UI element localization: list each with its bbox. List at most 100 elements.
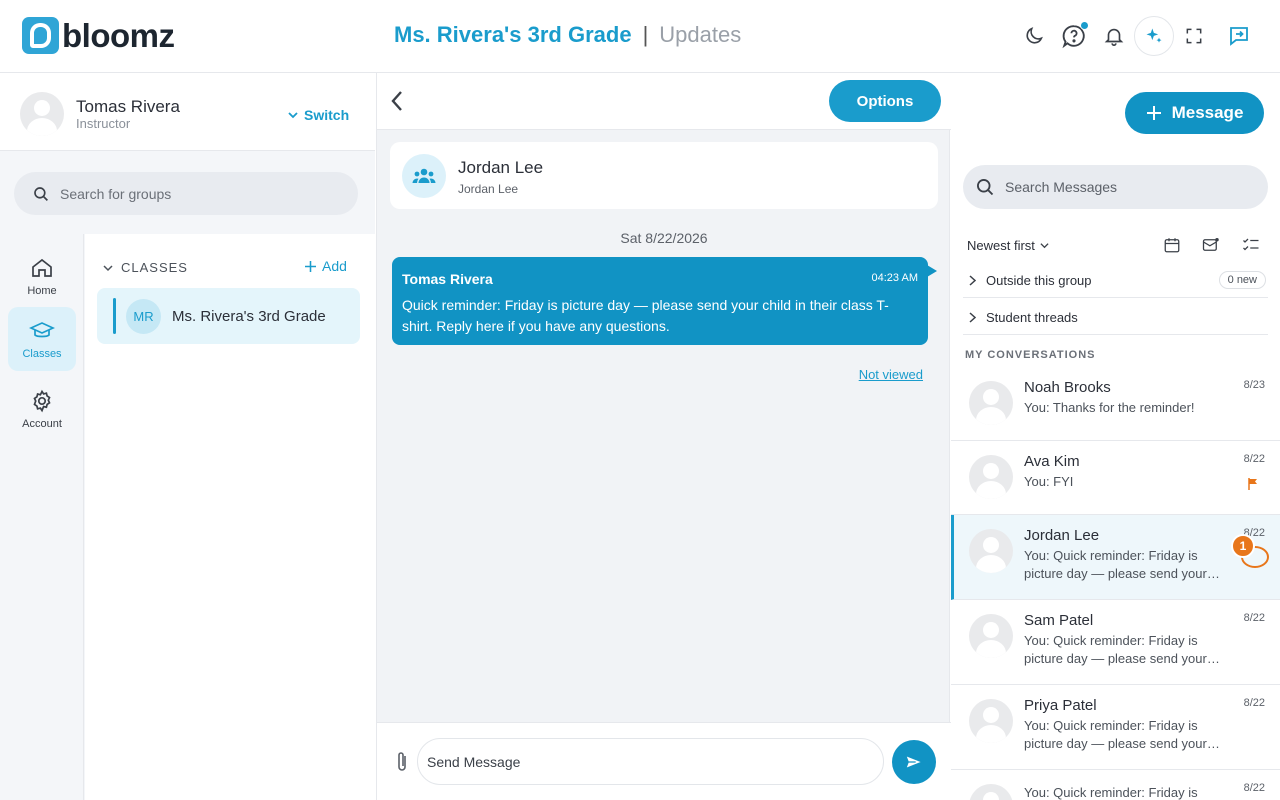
conversation-date: 8/22 bbox=[1243, 612, 1265, 624]
nav-classes-label: Classes bbox=[22, 347, 62, 360]
conversation-preview: You: Quick reminder: Friday is picture d… bbox=[1024, 718, 1207, 751]
group-name: Ms. Rivera's 3rd Grade bbox=[172, 307, 326, 325]
search-icon bbox=[34, 186, 48, 201]
avatar bbox=[969, 455, 1013, 499]
avatar bbox=[969, 381, 1013, 425]
switch-button[interactable]: Switch bbox=[288, 107, 349, 123]
chevron-down-icon bbox=[288, 112, 298, 119]
unread-count-badge: 1 bbox=[1231, 534, 1255, 558]
conversation-preview: You: FYI bbox=[1024, 474, 1074, 489]
paperclip-icon bbox=[398, 752, 406, 771]
message-time: 04:23 AM bbox=[871, 272, 918, 284]
feedback-icon[interactable] bbox=[1225, 22, 1253, 50]
conversation-preview: You: Quick reminder: Friday is picture d… bbox=[1024, 785, 1198, 800]
help-notification-dot bbox=[1080, 21, 1089, 30]
message-bubble[interactable]: Tomas Rivera 04:23 AM Quick reminder: Fr… bbox=[392, 257, 937, 345]
user-avatar[interactable] bbox=[20, 92, 64, 136]
sort-label: Newest first bbox=[967, 238, 1035, 253]
attach-button[interactable] bbox=[395, 750, 409, 779]
student-threads-label: Student threads bbox=[986, 309, 1078, 325]
mail-filter-icon[interactable] bbox=[1202, 236, 1222, 256]
left-panel: Search for groups Home Classes Account C… bbox=[0, 151, 375, 800]
classes-heading: CLASSES bbox=[121, 260, 188, 275]
thread-subtitle: Jordan Lee bbox=[458, 182, 519, 196]
conversation-date: 8/22 bbox=[1243, 782, 1265, 794]
send-message-input[interactable] bbox=[417, 738, 884, 785]
conversation-name: Noah Brooks bbox=[1024, 379, 1111, 396]
group-selected-bar bbox=[113, 298, 116, 334]
thread-header: Options bbox=[377, 73, 951, 130]
conversation-item[interactable]: Sam Patel 8/22 You: Quick reminder: Frid… bbox=[951, 600, 1280, 685]
bell-icon[interactable] bbox=[1100, 22, 1128, 50]
thread-title: Jordan Lee bbox=[458, 158, 544, 177]
student-threads-row[interactable]: Student threads bbox=[963, 300, 1268, 335]
breadcrumb-class[interactable]: Ms. Rivera's 3rd Grade bbox=[394, 22, 632, 48]
avatar bbox=[969, 614, 1013, 658]
message-text: Quick reminder: Friday is picture day — … bbox=[402, 297, 889, 334]
conversation-date: 8/23 bbox=[1243, 379, 1265, 391]
sparkle-icon bbox=[1146, 28, 1162, 43]
conversation-item[interactable]: 8/22 You: Quick reminder: Friday is pict… bbox=[951, 770, 1280, 800]
graduation-cap-icon bbox=[29, 321, 55, 337]
calendar-filter-icon[interactable] bbox=[1163, 236, 1183, 256]
checklist-icon[interactable] bbox=[1242, 236, 1262, 256]
flag-icon[interactable] bbox=[1248, 477, 1258, 495]
nav-rail: Home Classes Account bbox=[0, 234, 84, 800]
message-search-box[interactable]: Search Messages bbox=[963, 165, 1268, 209]
plus-icon bbox=[305, 260, 316, 272]
add-class-button[interactable]: Add bbox=[305, 258, 347, 274]
moon-icon[interactable] bbox=[1020, 22, 1048, 50]
help-icon[interactable] bbox=[1060, 21, 1089, 50]
sort-dropdown[interactable]: Newest first bbox=[967, 238, 1049, 253]
group-item[interactable]: MR Ms. Rivera's 3rd Grade bbox=[97, 288, 360, 344]
avatar bbox=[969, 699, 1013, 743]
conversation-item[interactable]: Ava Kim 8/22 You: FYI bbox=[951, 441, 1280, 515]
conversation-item-selected[interactable]: Jordan Lee 8/22 You: Quick reminder: Fri… bbox=[951, 515, 1280, 600]
conversation-item[interactable]: Priya Patel 8/22 You: Quick reminder: Fr… bbox=[951, 685, 1280, 770]
nav-classes[interactable]: Classes bbox=[8, 307, 76, 371]
chevron-right-icon bbox=[969, 311, 976, 323]
conversation-name: Ava Kim bbox=[1024, 453, 1080, 470]
search-icon bbox=[977, 179, 994, 196]
profile-name: Tomas Rivera bbox=[76, 97, 180, 116]
outside-group-row[interactable]: Outside this group 0 new bbox=[963, 263, 1268, 298]
bloomz-logo[interactable]: bloomz bbox=[22, 17, 175, 54]
conversation-name: Sam Patel bbox=[1024, 612, 1094, 629]
back-button[interactable] bbox=[389, 89, 405, 118]
nav-account[interactable]: Account bbox=[8, 377, 76, 441]
nav-home[interactable]: Home bbox=[8, 244, 76, 308]
my-conversations-heading: MY CONVERSATIONS bbox=[965, 349, 1096, 361]
conversation-date: 8/22 bbox=[1243, 697, 1265, 709]
options-button[interactable]: Options bbox=[829, 80, 941, 122]
avatar bbox=[969, 529, 1013, 573]
breadcrumb-section: Updates bbox=[659, 22, 742, 47]
chevron-down-icon bbox=[103, 264, 113, 271]
nav-account-label: Account bbox=[22, 417, 62, 430]
home-icon bbox=[32, 258, 52, 277]
logo-mark bbox=[22, 17, 59, 54]
send-button[interactable] bbox=[892, 740, 936, 784]
switch-label: Switch bbox=[304, 107, 350, 123]
message-composer bbox=[377, 722, 951, 800]
not-viewed-link[interactable]: Not viewed bbox=[859, 367, 923, 382]
conversation-preview: You: Thanks for the reminder! bbox=[1024, 400, 1195, 415]
group-avatar: MR bbox=[126, 298, 161, 334]
conversation-name: Jordan Lee bbox=[1024, 527, 1100, 544]
profile-header: Tomas Rivera Instructor Switch bbox=[0, 73, 375, 151]
add-label: Add bbox=[322, 258, 347, 274]
profile-role: Instructor bbox=[76, 116, 131, 131]
thread-info-card[interactable]: Jordan Lee Jordan Lee bbox=[390, 142, 938, 209]
group-search-box[interactable]: Search for groups bbox=[14, 172, 358, 215]
avatar bbox=[969, 784, 1013, 800]
conversation-preview: You: Quick reminder: Friday is picture d… bbox=[1024, 633, 1207, 666]
new-message-button[interactable]: Message bbox=[1125, 92, 1264, 134]
message-sender: Tomas Rivera bbox=[402, 271, 493, 287]
conversation-item[interactable]: Noah Brooks 8/23 You: Thanks for the rem… bbox=[951, 367, 1280, 441]
ai-assistant-button[interactable] bbox=[1134, 16, 1174, 56]
fullscreen-icon[interactable] bbox=[1180, 22, 1208, 50]
classes-toggle[interactable]: CLASSES bbox=[103, 260, 188, 275]
message-search-placeholder: Search Messages bbox=[1005, 179, 1118, 195]
outside-group-label: Outside this group bbox=[986, 272, 1092, 288]
chevron-right-icon bbox=[969, 274, 976, 286]
top-bar: bloomz Ms. Rivera's 3rd Grade | Updates bbox=[0, 0, 1280, 73]
